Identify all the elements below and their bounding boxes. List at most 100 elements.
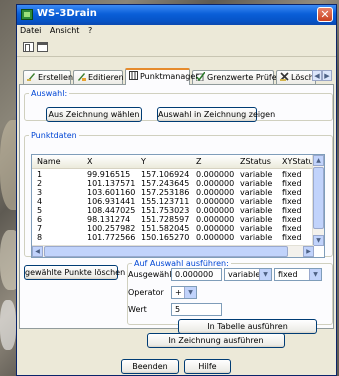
table-cell: 0.000000 [196,188,235,197]
table-cell: variable [240,206,273,215]
show-selection-button[interactable]: Auswahl in Zeichnung zeigen [157,107,275,122]
table-cell: variable [240,170,273,179]
value-field[interactable]: 5 [171,303,222,316]
table-row[interactable]: 6 98.131274 151.728597 0.000000 variable fixe… [32,215,314,224]
layout-icon[interactable] [23,42,34,52]
column-header-x[interactable]: X [87,157,92,166]
table-cell: 1 [37,170,43,179]
table-cell: 151.582045 [141,224,190,233]
chevron-down-icon[interactable]: ▼ [184,287,196,298]
tab-loeschen[interactable]: Löschen [276,70,324,84]
column-header-zstatus[interactable]: ZStatus [240,157,271,166]
table-cell: variable [240,233,273,242]
table-row[interactable]: 3 103.601160 157.253186 0.000000 variable fix… [32,188,314,197]
select-from-drawing-button[interactable]: Aus Zeichnung wählen [46,107,142,122]
table-cell: fixed [282,206,302,215]
tab-scroll-left-icon[interactable]: ◀ [312,70,322,81]
table-cell: 4 [37,197,43,206]
table-cell: 151.753023 [141,206,190,215]
column-header-y[interactable]: Y [141,157,146,166]
tab-scroll-right-icon[interactable]: ▶ [322,70,332,81]
zstatus-combo[interactable]: variable ▼ [224,268,272,281]
scroll-right-icon[interactable]: ▶ [303,246,314,257]
auswahl-group: Auswahl: Aus Zeichnung wählen Auswahl in… [24,89,333,122]
tab-strip: Erstellen Editieren Punktmanager Grenzwe… [19,68,334,85]
table-icon [129,71,138,80]
delete-icon [280,72,289,81]
table-cell: 0.000000 [196,215,235,224]
table-cell: fixed [282,233,302,242]
table-row[interactable]: 4 106.931441 155.123711 0.000000 variable fix… [32,197,314,206]
window-icon[interactable] [37,42,48,52]
toolbar [17,40,336,57]
close-button[interactable]: ✕ [317,7,333,22]
chevron-down-icon[interactable]: ▼ [309,269,321,280]
menu-ansicht[interactable]: Ansicht [47,25,83,36]
apply-to-drawing-button[interactable]: In Zeichnung ausführen [147,333,285,348]
table-cell: 0.000000 [196,179,235,188]
tab-scroll-arrows: ◀ ▶ [312,70,334,82]
menu-datei[interactable]: Datei [17,25,44,36]
operator-label: Operator [128,288,164,297]
table-cell: fixed [282,188,302,197]
table-horizontal-scrollbar[interactable]: ◀ ▶ [32,245,314,257]
chevron-down-icon[interactable]: ▼ [259,269,271,280]
selected-value-field[interactable]: 0.000000 [171,268,222,281]
tab-grenzwerte-pruefen[interactable]: Grenzwerte Prüfen [192,70,282,84]
table-cell: 103.601160 [87,188,136,197]
help-button[interactable]: Hilfe [184,359,231,374]
table-cell: 2 [37,179,43,188]
tab-editieren[interactable]: Editieren [73,70,124,84]
table-cell: fixed [282,170,302,179]
table-cell: 108.447025 [87,206,136,215]
column-header-z[interactable]: Z [196,157,201,166]
app-icon [21,9,33,20]
tab-erstellen[interactable]: Erstellen [23,70,73,84]
table-row[interactable]: 1 99.916515 157.106924 0.000000 variable fixe… [32,170,314,179]
table-cell: variable [240,215,273,224]
tab-punktmanager[interactable]: Punktmanager [125,68,199,85]
edit-icon [77,72,86,81]
window-title: WS-3Drain [37,8,97,19]
table-cell: 0.000000 [196,224,235,233]
table-cell: 8 [37,233,43,242]
table-cell: 155.123711 [141,197,190,206]
scroll-left-icon[interactable]: ◀ [32,246,43,257]
punktdaten-group: Punktdaten Name X Y Z ZStatus XYStatus 1… [24,131,333,258]
table-row[interactable]: 5 108.447025 151.753023 0.000000 variable fix… [32,206,314,215]
operator-combo[interactable]: + ▼ [171,286,197,299]
column-header-name[interactable]: Name [37,157,61,166]
table-vertical-scrollbar[interactable]: ▲ ▼ [312,155,324,246]
table-row[interactable]: 8 101.772566 150.165270 0.000000 variable fix… [32,233,314,242]
xystatus-combo[interactable]: fixed ▼ [274,268,322,281]
create-icon [27,72,36,81]
table-row[interactable]: 7 100.257982 151.582045 0.000000 variable fix… [32,224,314,233]
table-cell: 98.131274 [87,215,131,224]
table-cell: fixed [282,179,302,188]
table-cell: 151.728597 [141,215,190,224]
table-cell: 157.253186 [141,188,190,197]
table-cell: 157.106924 [141,170,190,179]
scroll-up-icon[interactable]: ▲ [313,155,324,166]
scroll-down-icon[interactable]: ▼ [313,235,324,246]
title-bar[interactable]: WS-3Drain ✕ [17,5,336,25]
table-cell: fixed [282,224,302,233]
table-cell: variable [240,224,273,233]
table-cell: 99.916515 [87,170,131,179]
menu-bar: Datei Ansicht ? [17,25,336,38]
hscroll-thumb[interactable] [44,246,288,257]
auswahl-legend: Auswahl: [31,89,68,98]
menu-help[interactable]: ? [85,25,95,36]
points-table[interactable]: Name X Y Z ZStatus XYStatus 1 99.916515 15… [31,154,325,258]
close-program-button[interactable]: Beenden [121,359,179,374]
apply-to-table-button[interactable]: In Tabelle ausführen [178,319,317,334]
table-cell: 100.257982 [87,224,136,233]
scroll-thumb[interactable] [313,167,324,229]
table-cell: 106.931441 [87,197,136,206]
table-row[interactable]: 2 101.137571 157.243645 0.000000 variable fix… [32,179,314,188]
table-cell: 0.000000 [196,170,235,179]
table-cell: 157.243645 [141,179,190,188]
table-cell: fixed [282,215,302,224]
delete-selected-points-button[interactable]: gewählte Punkte löschen [24,265,125,280]
table-cell: 0.000000 [196,206,235,215]
